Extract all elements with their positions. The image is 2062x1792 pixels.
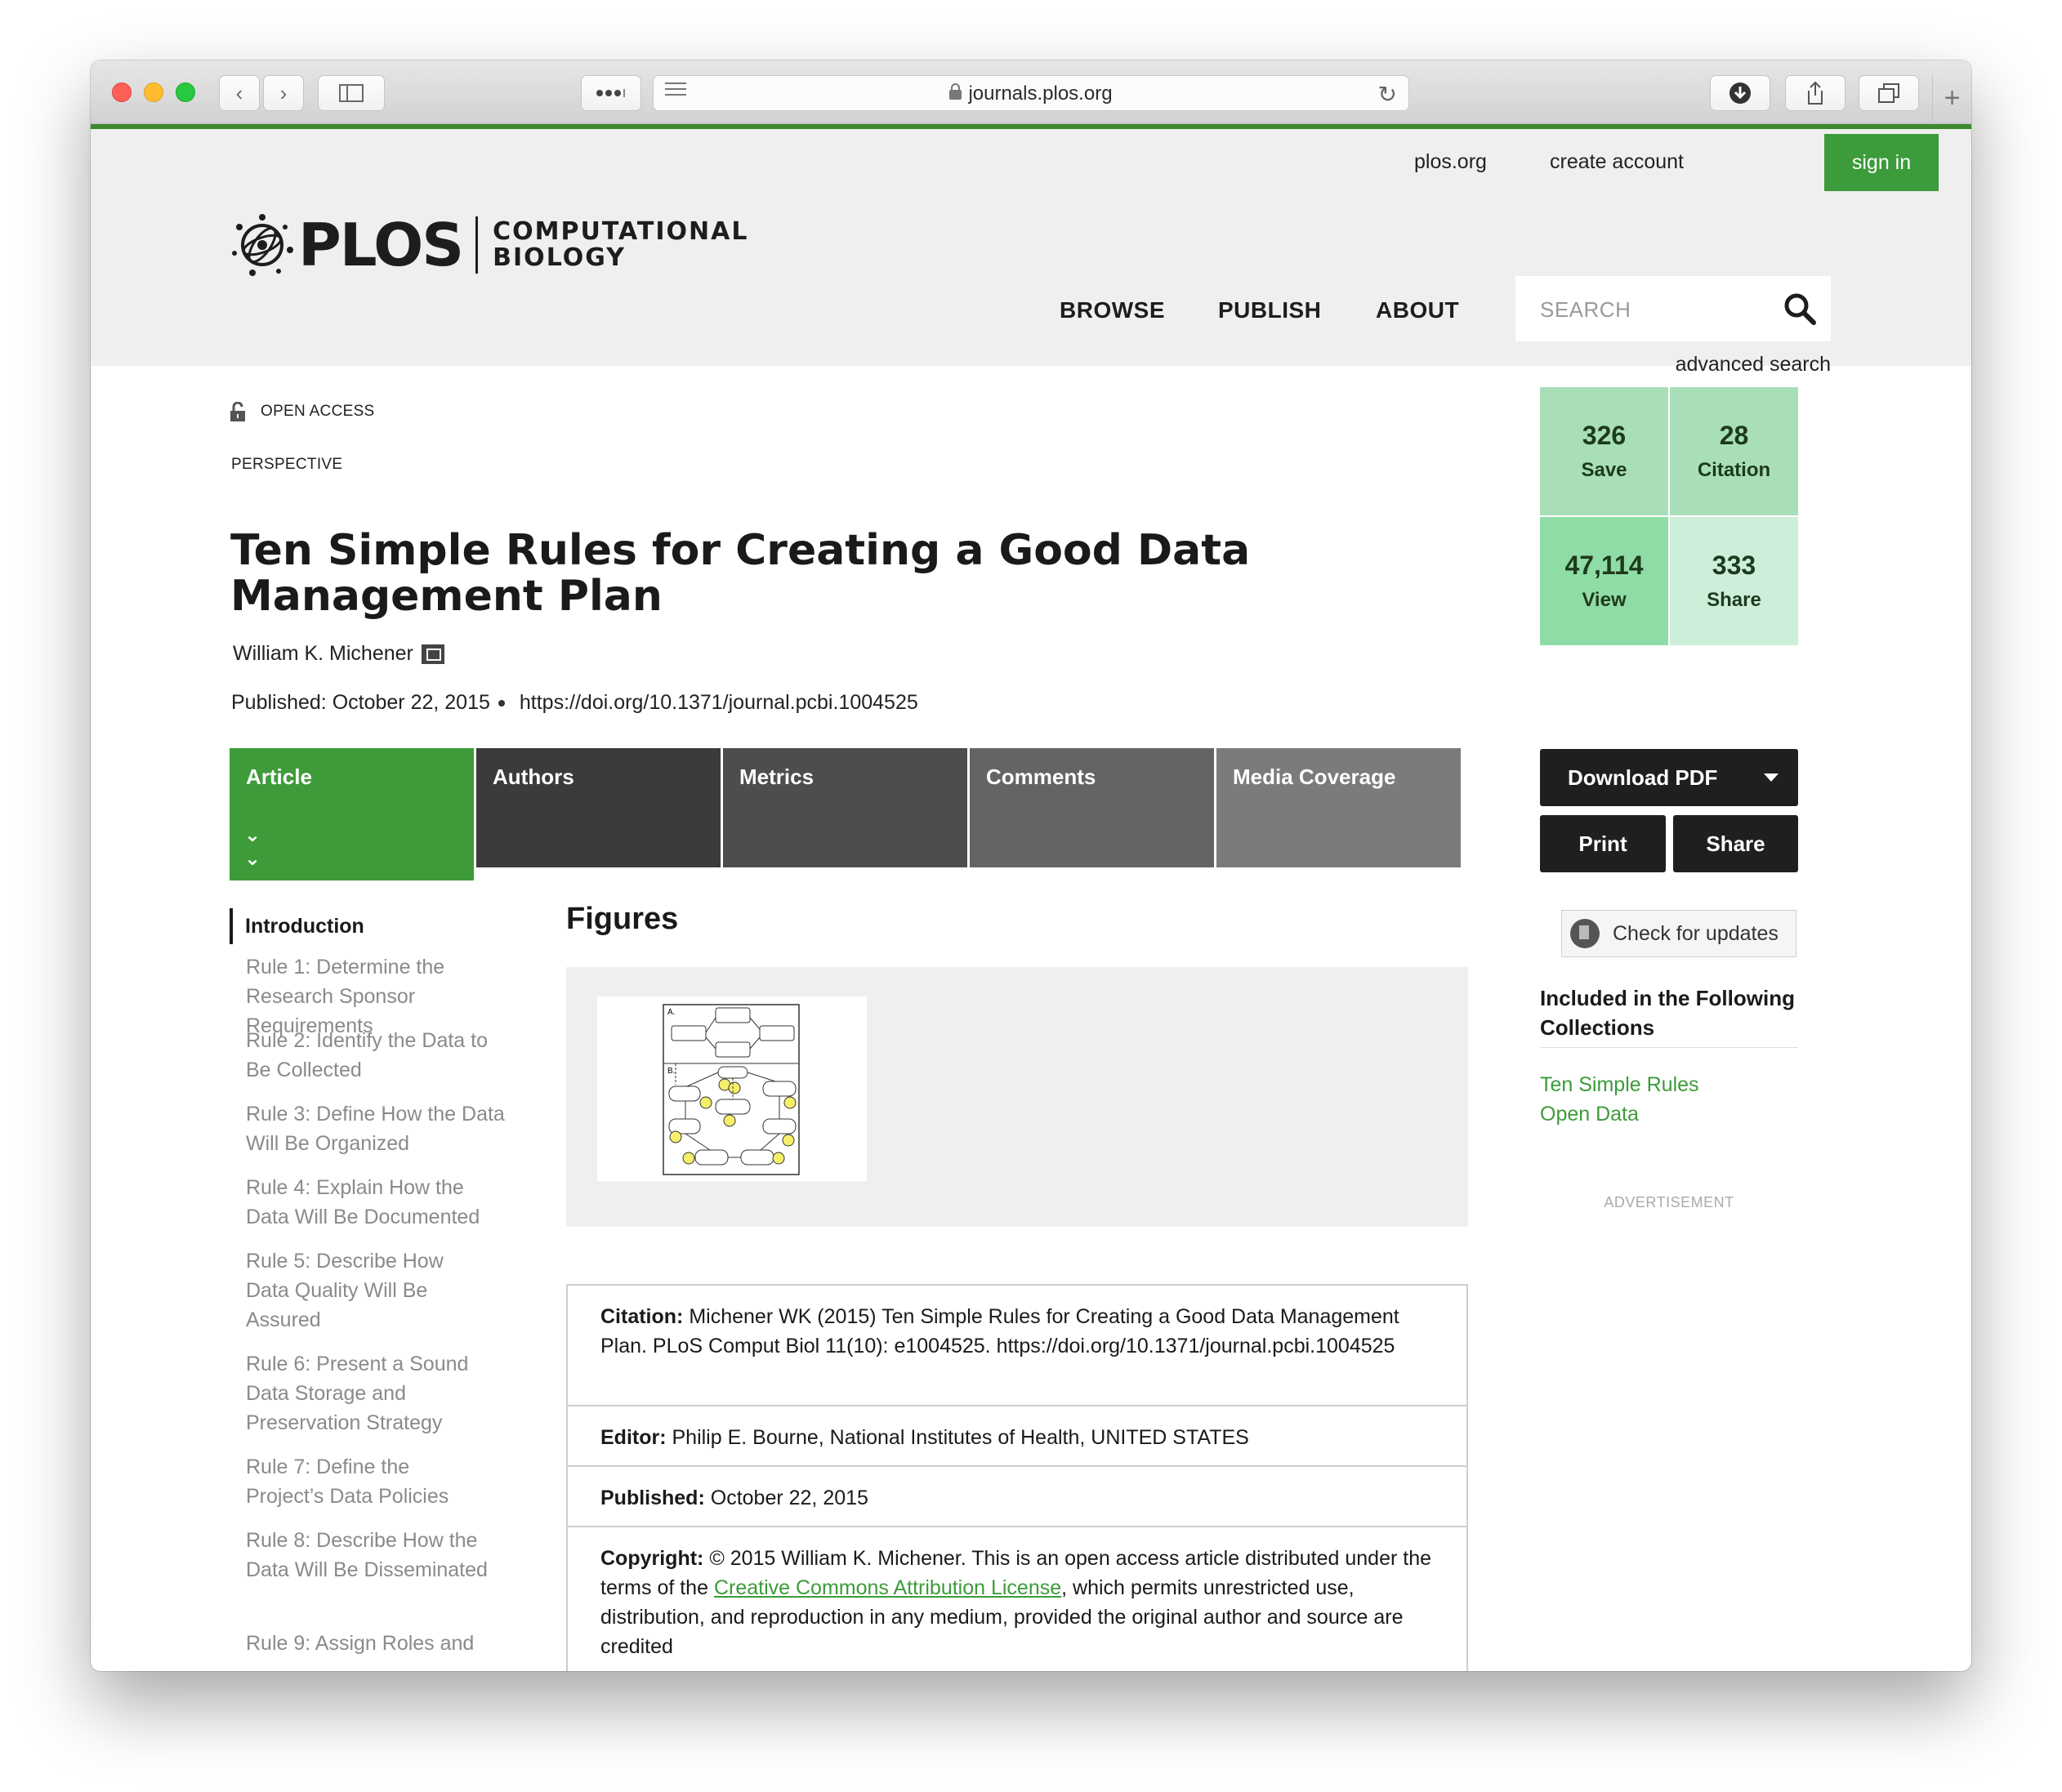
crossmark-icon [1570,919,1600,948]
collection-link-ten-simple-rules[interactable]: Ten Simple Rules [1540,1073,1699,1097]
collection-link-open-data[interactable]: Open Data [1540,1103,1639,1126]
toc-item[interactable]: Rule 3: Define How the Data Will Be Orga… [246,1099,507,1158]
browser-window: ‹ › journals.plos.org ↻ + plos.org creat… [91,60,1971,1671]
copyright-row: Copyright: © 2015 William K. Michener. T… [600,1547,1431,1658]
caret-down-icon[interactable] [1764,773,1779,782]
create-account-link[interactable]: create account [1550,150,1684,174]
tabs-icon [1878,83,1899,103]
site-header: plos.org create account sign in PLOS COM… [91,129,1971,376]
doi-link[interactable]: https://doi.org/10.1371/journal.pcbi.100… [520,691,918,714]
back-button[interactable]: ‹ [219,75,260,111]
logo-divider [475,216,479,274]
toc-item[interactable]: Rule 6: Present a Sound Data Storage and… [246,1349,491,1438]
metric-save[interactable]: 326 Save [1540,387,1668,515]
advanced-search-link[interactable]: advanced search [1676,353,1831,377]
url-text: journals.plos.org [654,82,1408,105]
metric-share[interactable]: 333 Share [1670,517,1798,645]
tab-authors[interactable]: Authors [476,748,721,867]
published-date: Published: October 22, 2015 [231,691,490,714]
share-button[interactable]: Share [1673,815,1798,872]
logo-brand-text: PLOS [298,211,464,279]
close-window-button[interactable] [112,82,132,102]
tab-media-coverage[interactable]: Media Coverage [1216,748,1461,867]
metric-view[interactable]: 47,114 View [1540,517,1668,645]
open-access-badge: OPEN ACCESS [230,402,375,421]
article-type: PERSPECTIVE [231,456,343,473]
citation-row: Citation: Michener WK (2015) Ten Simple … [568,1286,1466,1406]
address-bar[interactable]: journals.plos.org ↻ [653,75,1409,111]
figures-panel: A. B. [566,967,1468,1227]
sign-in-button[interactable]: sign in [1824,134,1939,191]
plos-logo[interactable]: PLOS COMPUTATIONAL BIOLOGY [230,211,748,279]
metric-citation[interactable]: 28 Citation [1670,387,1798,515]
tab-comments[interactable]: Comments [970,748,1214,867]
published-row: Published: October 22, 2015 [568,1467,1466,1527]
separator-dot [498,700,505,707]
search-icon[interactable] [1783,292,1816,325]
plos-globe-icon [232,214,293,276]
zoom-window-button[interactable] [176,82,195,102]
figure-thumbnail[interactable]: A. B. [597,996,867,1181]
nav-browse[interactable]: BROWSE [1060,297,1165,323]
check-for-updates-button[interactable]: Check for updates [1561,910,1796,957]
sidebar-toggle-button[interactable] [318,75,385,111]
toc-item[interactable]: Rule 7: Define the Project’s Data Polici… [246,1452,466,1511]
citation-box: Citation: Michener WK (2015) Ten Simple … [566,1284,1468,1671]
downloads-button[interactable] [1710,75,1770,111]
mail-icon[interactable] [421,644,444,664]
publication-info: Published: October 22, 2015 https://doi.o… [231,691,918,715]
plus-icon: + [1944,82,1961,114]
sidebar-icon [339,84,364,102]
article-title: Ten Simple Rules for Creating a Good Dat… [230,526,1251,621]
top-sites-button[interactable] [581,75,641,111]
forward-button[interactable]: › [263,75,304,111]
tab-article[interactable]: Article ⌄ ⌄ [230,748,474,880]
share-browser-button[interactable] [1785,75,1846,111]
author-line: William K. Michener [233,642,444,666]
figures-heading: Figures [566,902,679,936]
toc-item[interactable]: Rule 5: Describe How Data Quality Will B… [246,1246,475,1335]
nav-about[interactable]: ABOUT [1376,297,1459,323]
search-placeholder: SEARCH [1540,297,1631,322]
lock-icon [949,83,962,100]
chevron-left-icon: ‹ [235,80,243,105]
toc-item[interactable]: Rule 8: Describe How the Data Will Be Di… [246,1526,507,1585]
minimize-window-button[interactable] [144,82,163,102]
nav-publish[interactable]: PUBLISH [1218,297,1321,323]
advertisement-label: ADVERTISEMENT [1604,1194,1734,1210]
share-icon [1808,81,1823,105]
author-name[interactable]: William K. Michener [233,642,413,666]
tab-metrics[interactable]: Metrics [723,748,967,867]
logo-journal-name: COMPUTATIONAL BIOLOGY [493,217,749,272]
more-dots-icon [596,89,625,97]
chevron-right-icon: › [279,80,288,105]
collections-heading: Included in the Following Collections [1540,983,1798,1048]
download-pdf-button[interactable]: Download PDF [1540,749,1798,806]
svg-text:B.: B. [667,1067,675,1076]
toc-item[interactable]: Rule 9: Assign Roles and [246,1629,507,1658]
open-lock-icon [230,402,245,421]
toc-item-introduction[interactable]: Introduction [230,908,364,944]
browser-toolbar: ‹ › journals.plos.org ↻ + [91,60,1971,124]
new-tab-button[interactable]: + [1932,75,1971,124]
figure-diagram-image: A. B. [663,1004,800,1175]
tabs-overview-button[interactable] [1859,75,1919,111]
print-button[interactable]: Print [1540,815,1666,872]
search-input[interactable]: SEARCH [1515,276,1831,341]
toc-item[interactable]: Rule 2: Identify the Data to Be Collecte… [246,1026,507,1085]
download-icon [1729,82,1751,104]
toc-item[interactable]: Rule 4: Explain How the Data Will Be Doc… [246,1173,507,1232]
double-chevron-down-icon: ⌄ ⌄ [244,824,261,870]
license-link[interactable]: Creative Commons Attribution License [714,1576,1061,1599]
editor-row: Editor: Philip E. Bourne, National Insti… [568,1406,1466,1467]
plos-org-link[interactable]: plos.org [1414,150,1487,174]
svg-text:A.: A. [667,1008,675,1017]
reload-icon[interactable]: ↻ [1378,81,1397,108]
